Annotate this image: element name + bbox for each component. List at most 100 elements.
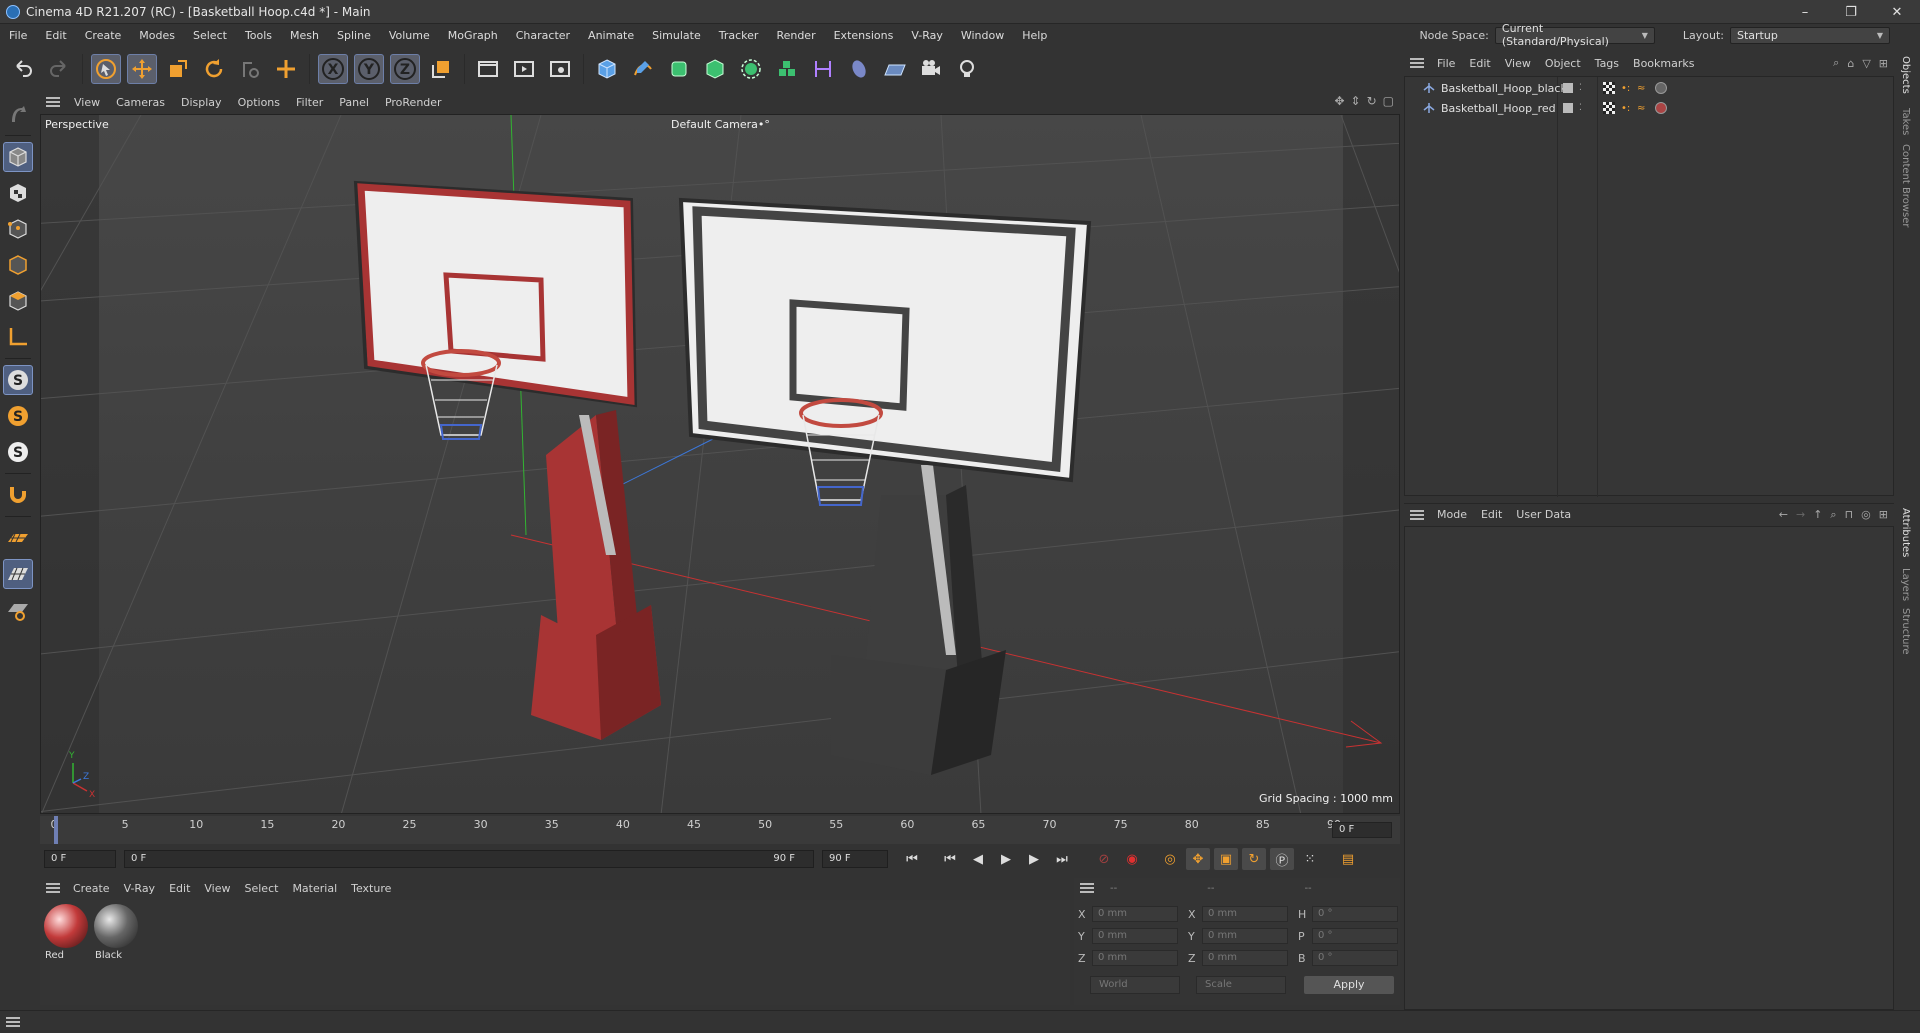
apply-button[interactable]: Apply (1304, 976, 1394, 994)
timeline-ruler[interactable]: 051015202530354045505560657075808590 0 F (40, 816, 1400, 844)
play-button[interactable]: ▶ (994, 848, 1018, 870)
render-view-button[interactable] (473, 54, 503, 84)
menu-modes[interactable]: Modes (130, 29, 184, 42)
live-selection-button[interactable] (91, 54, 121, 84)
frame-range-slider[interactable]: 0 F 90 F (124, 850, 814, 868)
model-mode-button[interactable] (3, 142, 33, 172)
tab-content-browser[interactable]: Content Browser (1900, 144, 1911, 227)
up-arrow-icon[interactable]: ↑ (1813, 508, 1822, 521)
record-keys-icon[interactable]: ⊘ (1092, 848, 1116, 870)
hamburger-menu-icon[interactable] (1080, 883, 1094, 893)
object-new-window-icon[interactable]: ⊞ (1879, 57, 1888, 70)
attribute-new-window-icon[interactable]: ⊞ (1879, 508, 1888, 521)
object-search-icon[interactable]: ⌕ (1833, 56, 1839, 70)
back-arrow-icon[interactable]: ← (1779, 508, 1788, 521)
viewport-menu-options[interactable]: Options (230, 96, 288, 109)
position-z-field[interactable]: 0 mm (1092, 950, 1178, 966)
floor-button[interactable] (880, 54, 910, 84)
object-filter-icon[interactable]: ▽ (1862, 57, 1870, 70)
menu-file[interactable]: File (0, 29, 36, 42)
material-tag-icon[interactable] (1655, 82, 1667, 94)
target-icon[interactable]: ◎ (1861, 508, 1871, 521)
rotation-p-field[interactable]: 0 ° (1312, 928, 1398, 944)
attribute-menu-mode[interactable]: Mode (1430, 508, 1474, 521)
cube-button[interactable] (592, 54, 622, 84)
viewport-perspective[interactable]: Y Z X Perspective Default Camera•° Grid … (40, 114, 1400, 814)
lock-icon[interactable]: ⊓ (1845, 508, 1854, 521)
tab-layers[interactable]: Layers (1900, 568, 1911, 601)
object-row-hoop-black[interactable]: Basketball_Hoop_black ⁚ •: ≈ (1405, 79, 1893, 97)
layer-checkbox-icon[interactable] (1563, 103, 1573, 113)
object-menu-bookmarks[interactable]: Bookmarks (1626, 57, 1701, 70)
recent-tool-button[interactable] (235, 54, 265, 84)
layout-dropdown[interactable]: Startup ▼ (1730, 26, 1890, 44)
material-menu-select[interactable]: Select (238, 882, 286, 895)
forward-arrow-icon[interactable]: → (1796, 508, 1805, 521)
menu-select[interactable]: Select (184, 29, 236, 42)
tab-attributes[interactable]: Attributes (1900, 508, 1911, 557)
go-to-end-button[interactable]: ⏭ (1050, 848, 1074, 870)
zoom-icon[interactable]: ⇕ (1351, 94, 1361, 108)
move-button[interactable] (127, 54, 157, 84)
snap-white-button[interactable]: S (3, 437, 33, 467)
object-menu-edit[interactable]: Edit (1462, 57, 1497, 70)
autokey-icon[interactable]: ◉ (1120, 848, 1144, 870)
hamburger-menu-icon[interactable] (46, 883, 60, 893)
x-axis-button[interactable]: X (318, 54, 348, 84)
attribute-search-icon[interactable]: ⌕ (1830, 508, 1836, 522)
pen-button[interactable] (628, 54, 658, 84)
magnet-button[interactable] (3, 480, 33, 510)
menu-tracker[interactable]: Tracker (710, 29, 768, 42)
subdivision-button[interactable] (664, 54, 694, 84)
size-z-field[interactable]: 0 mm (1202, 950, 1288, 966)
rotation-key-icon[interactable]: ↻ (1242, 848, 1266, 870)
grid-button[interactable] (3, 559, 33, 589)
size-x-field[interactable]: 0 mm (1202, 906, 1288, 922)
tab-takes[interactable]: Takes (1900, 108, 1911, 135)
go-to-start-button[interactable]: ⏮ (900, 848, 924, 870)
parameter-key-icon[interactable]: Ⓟ (1270, 848, 1294, 870)
menu-render[interactable]: Render (767, 29, 824, 42)
scale-key-icon[interactable]: ▣ (1214, 848, 1238, 870)
spline-button[interactable] (844, 54, 874, 84)
z-axis-button[interactable]: Z (390, 54, 420, 84)
coordinate-mode-dropdown[interactable]: World (1090, 976, 1180, 994)
scale-mode-dropdown[interactable]: Scale (1196, 976, 1286, 994)
menu-vray[interactable]: V-Ray (902, 29, 952, 42)
hamburger-menu-icon[interactable] (1410, 509, 1424, 520)
material-swatch-red[interactable]: Red (42, 904, 90, 966)
light-button[interactable] (952, 54, 982, 84)
snap-orange-button[interactable]: S (3, 401, 33, 431)
undo-button[interactable] (8, 54, 38, 84)
menu-volume[interactable]: Volume (380, 29, 439, 42)
material-menu-material[interactable]: Material (285, 882, 344, 895)
object-row-hoop-red[interactable]: Basketball_Hoop_red ⁚ •: ≈ (1405, 99, 1893, 117)
object-menu-view[interactable]: View (1498, 57, 1538, 70)
previous-key-button[interactable]: ⏮ (938, 848, 962, 870)
edges-mode-button[interactable] (3, 250, 33, 280)
size-y-field[interactable]: 0 mm (1202, 928, 1288, 944)
camera-label[interactable]: Default Camera•° (671, 118, 770, 131)
polygons-mode-button[interactable] (3, 286, 33, 316)
y-axis-button[interactable]: Y (354, 54, 384, 84)
material-swatch-black[interactable]: Black (92, 904, 140, 966)
next-frame-button[interactable]: ▶ (1022, 848, 1046, 870)
position-x-field[interactable]: 0 mm (1092, 906, 1178, 922)
make-editable-button[interactable] (3, 99, 33, 129)
hamburger-menu-icon[interactable] (46, 97, 60, 107)
restore-button[interactable]: ❐ (1828, 0, 1874, 24)
material-tag-checker-icon[interactable] (1603, 102, 1615, 114)
object-menu-tags[interactable]: Tags (1588, 57, 1626, 70)
camera-button[interactable] (916, 54, 946, 84)
tag-dots-icon[interactable]: •: (1621, 103, 1630, 114)
snap-button[interactable]: S (3, 365, 33, 395)
viewport-menu-display[interactable]: Display (173, 96, 230, 109)
menu-mograph[interactable]: MoGraph (439, 29, 507, 42)
material-menu-edit[interactable]: Edit (162, 882, 197, 895)
hamburger-menu-icon[interactable] (6, 1017, 20, 1027)
timeline-window-icon[interactable]: ▤ (1336, 848, 1360, 870)
menu-mesh[interactable]: Mesh (281, 29, 328, 42)
start-frame-field[interactable]: 0 F (44, 850, 116, 868)
end-frame-field[interactable]: 90 F (822, 850, 888, 868)
mograph-button[interactable] (772, 54, 802, 84)
